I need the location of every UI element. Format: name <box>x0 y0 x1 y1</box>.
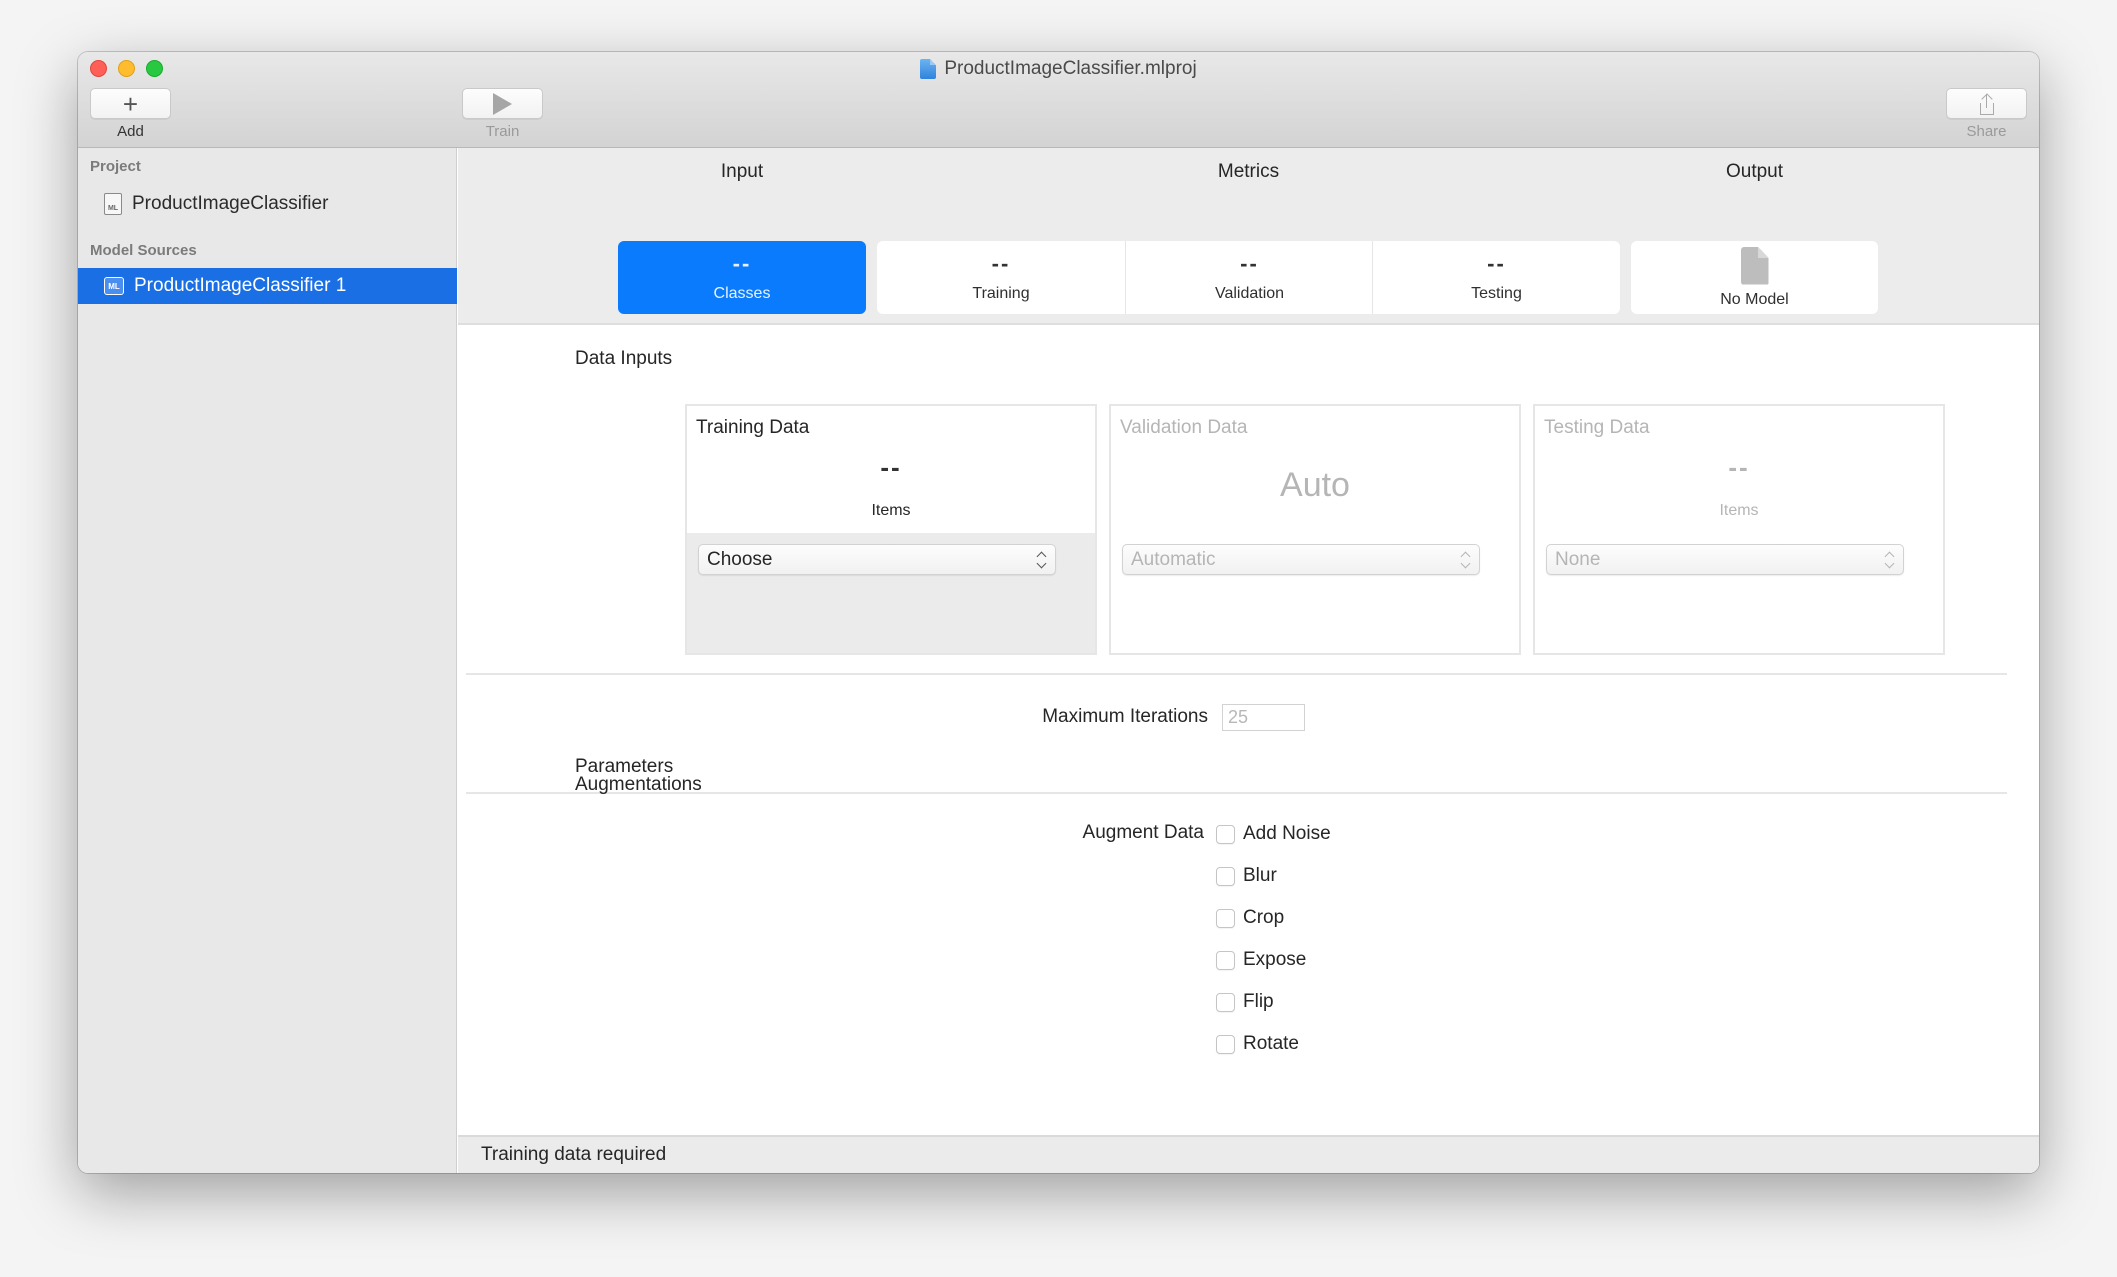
checkbox-rotate[interactable]: Rotate <box>1216 1033 1299 1055</box>
chevron-updown-icon <box>1459 550 1471 570</box>
checkbox-flip[interactable]: Flip <box>1216 991 1274 1013</box>
add-label: Add <box>117 123 144 140</box>
checkbox-crop[interactable]: Crop <box>1216 907 1284 929</box>
tab-classes[interactable]: -- Classes <box>618 241 866 314</box>
chevron-updown-icon <box>1035 550 1047 570</box>
augment-data-label: Augment Data <box>1082 822 1204 843</box>
ml-model-icon: ML <box>104 277 124 295</box>
checkbox-box[interactable] <box>1216 908 1235 928</box>
summary-header: Input Metrics Output -- Classes -- Train… <box>458 148 2039 325</box>
checkbox-add-noise[interactable]: Add Noise <box>1216 823 1331 845</box>
classes-label: Classes <box>713 284 771 302</box>
checkbox-label: Rotate <box>1243 1033 1299 1054</box>
tab-output[interactable]: No Model <box>1631 241 1878 314</box>
testing-label: Testing <box>1471 284 1522 302</box>
tab-testing[interactable]: -- Testing <box>1372 241 1620 314</box>
training-data-box[interactable]: Training Data -- Items Choose <box>685 404 1097 655</box>
training-data-items-label: Items <box>871 502 911 519</box>
training-data-count: -- <box>880 452 902 482</box>
checkbox-label: Add Noise <box>1243 823 1331 844</box>
ml-document-icon: ML <box>104 193 122 215</box>
max-iterations-label: Maximum Iterations <box>1042 706 1208 727</box>
status-message: Training data required <box>481 1144 667 1165</box>
validation-data-value: Auto <box>1280 466 1350 504</box>
tab-validation[interactable]: -- Validation <box>1125 241 1373 314</box>
document-icon <box>1740 246 1769 285</box>
testing-data-select-value: None <box>1555 548 1601 570</box>
checkbox-label: Blur <box>1243 865 1277 886</box>
group-title-input: Input <box>720 161 764 182</box>
training-data-select[interactable]: Choose <box>698 544 1056 575</box>
checkbox-expose[interactable]: Expose <box>1216 949 1306 971</box>
testing-data-title: Testing Data <box>1544 417 1650 438</box>
checkbox-label: Expose <box>1243 949 1307 970</box>
validation-data-title: Validation Data <box>1120 417 1248 438</box>
checkbox-label: Flip <box>1243 991 1274 1012</box>
share-button[interactable] <box>1946 88 2027 119</box>
testing-data-select[interactable]: None <box>1546 544 1904 575</box>
chevron-updown-icon <box>1883 550 1895 570</box>
share-label: Share <box>1966 123 2007 140</box>
validation-data-box: Validation Data Auto Automatic <box>1109 404 1521 655</box>
training-data-title: Training Data <box>696 417 810 438</box>
training-data-select-value: Choose <box>707 548 773 570</box>
output-label: No Model <box>1720 290 1789 308</box>
max-iterations-input[interactable] <box>1222 704 1305 731</box>
sidebar-item-project[interactable]: ML ProductImageClassifier <box>78 186 457 222</box>
sidebar: Project ML ProductImageClassifier Model … <box>78 148 457 1173</box>
checkbox-box[interactable] <box>1216 866 1235 886</box>
window-title: ProductImageClassifier.mlproj <box>78 58 2039 80</box>
toolbar: ProductImageClassifier.mlproj + Add Trai… <box>78 52 2039 148</box>
tab-training[interactable]: -- Training <box>877 241 1125 314</box>
share-icon <box>1979 92 1995 115</box>
training-label: Training <box>972 284 1030 302</box>
sidebar-section-model-sources: Model Sources <box>90 242 197 259</box>
group-title-output: Output <box>1725 161 1784 182</box>
section-title-data-inputs: Data Inputs <box>575 348 673 369</box>
checkbox-box[interactable] <box>1216 1034 1235 1054</box>
checkbox-blur[interactable]: Blur <box>1216 865 1277 887</box>
play-icon <box>493 92 512 115</box>
app-window: ProductImageClassifier.mlproj + Add Trai… <box>78 52 2039 1173</box>
sidebar-section-project: Project <box>90 158 141 175</box>
checkbox-box[interactable] <box>1216 950 1235 970</box>
sidebar-item-model-source[interactable]: ML ProductImageClassifier 1 <box>78 268 457 304</box>
group-title-metrics: Metrics <box>1217 161 1280 182</box>
add-button[interactable]: + <box>90 88 171 119</box>
validation-label: Validation <box>1214 284 1285 302</box>
sidebar-item-label: ProductImageClassifier 1 <box>134 275 347 296</box>
validation-value: -- <box>1240 250 1259 276</box>
section-title-augmentations: Augmentations <box>575 774 702 795</box>
status-bar: Training data required <box>458 1135 2039 1173</box>
checkbox-box[interactable] <box>1216 992 1235 1012</box>
plus-icon: + <box>122 88 139 119</box>
training-value: -- <box>991 250 1011 276</box>
testing-value: -- <box>1487 250 1506 276</box>
mlproj-file-icon <box>920 59 937 79</box>
section-divider <box>466 673 2007 675</box>
sidebar-item-label: ProductImageClassifier <box>132 193 329 214</box>
checkbox-label: Crop <box>1243 907 1285 928</box>
train-label: Train <box>485 123 520 140</box>
validation-data-select[interactable]: Automatic <box>1122 544 1480 575</box>
validation-data-select-value: Automatic <box>1131 548 1216 570</box>
main-content: Input Metrics Output -- Classes -- Train… <box>458 148 2039 1173</box>
testing-data-items-label: Items <box>1719 502 1759 519</box>
testing-data-count: -- <box>1728 452 1750 482</box>
classes-value: -- <box>732 250 752 276</box>
testing-data-box: Testing Data -- Items None <box>1533 404 1945 655</box>
window-title-text: ProductImageClassifier.mlproj <box>944 58 1197 79</box>
train-button[interactable] <box>462 88 543 119</box>
checkbox-box[interactable] <box>1216 824 1235 844</box>
